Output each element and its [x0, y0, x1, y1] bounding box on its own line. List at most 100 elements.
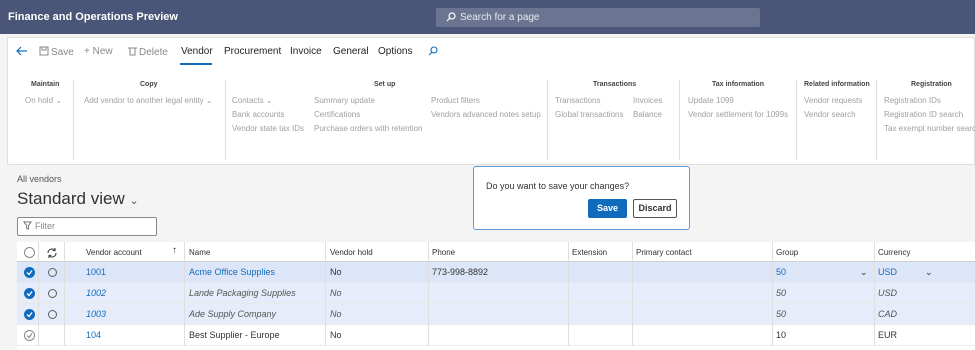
group-copy: Copy [140, 81, 158, 88]
action-pane: Save + New Delete Vendor Procurement Inv… [7, 37, 975, 165]
save-button[interactable]: Save [39, 46, 74, 58]
tab-procurement[interactable]: Procurement [224, 46, 281, 57]
vendor-hold-cell[interactable]: No [330, 330, 342, 340]
currency-cell[interactable]: EUR [878, 330, 897, 340]
back-button[interactable] [16, 46, 28, 59]
new-button[interactable]: + New [84, 46, 113, 57]
app-title: Finance and Operations Preview [8, 11, 178, 23]
certifications-button[interactable]: Certifications [314, 110, 360, 119]
vendor-name-cell[interactable]: Best Supplier - Europe [189, 330, 280, 340]
table-row[interactable]: 1003 Ade Supply Company No 50 CAD [17, 304, 975, 325]
row-checkbox[interactable] [24, 309, 35, 320]
group-transactions: Transactions [593, 81, 637, 88]
vendor-name-link[interactable]: Acme Office Supplies [189, 267, 275, 277]
vendor-account-link[interactable]: 1003 [86, 309, 106, 319]
invoices-button[interactable]: Invoices [633, 96, 662, 105]
vendor-account-link[interactable]: 1001 [86, 267, 106, 277]
table-row[interactable]: 1002 Lande Packaging Supplies No 50 USD [17, 283, 975, 304]
col-vendor-account[interactable]: Vendor account [86, 248, 142, 257]
chevron-down-icon[interactable]: ⌄ [925, 267, 933, 278]
col-name[interactable]: Name [189, 248, 210, 257]
dialog-discard-button[interactable]: Discard [633, 199, 677, 218]
product-filters-button[interactable]: Product filters [431, 96, 480, 105]
col-extension[interactable]: Extension [572, 248, 607, 257]
update-1099-button[interactable]: Update 1099 [688, 96, 734, 105]
registration-ids-button[interactable]: Registration IDs [884, 96, 941, 105]
grid-header: Vendor account ↑ Name Vendor hold Phone … [17, 242, 975, 262]
trash-icon [128, 47, 137, 56]
vendors-advanced-notes-button[interactable]: Vendors advanced notes setup [431, 110, 541, 119]
ribbon-search-button[interactable] [428, 46, 438, 59]
column-divider [772, 283, 773, 304]
vendor-requests-button[interactable]: Vendor requests [804, 96, 862, 105]
transactions-button[interactable]: Transactions [555, 96, 601, 105]
table-row[interactable]: 1001 Acme Office Supplies No 773-998-889… [17, 262, 975, 283]
filter-icon [23, 221, 32, 230]
balance-button[interactable]: Balance [633, 110, 662, 119]
tab-general[interactable]: General [333, 46, 369, 57]
add-vendor-menu[interactable]: Add vendor to another legal entity ⌄ [84, 96, 213, 105]
phone-cell[interactable]: 773-998-8892 [432, 267, 488, 277]
view-selector[interactable]: Standard view ⌄ [17, 189, 139, 209]
table-row[interactable]: 104 Best Supplier - Europe No 10 EUR [17, 325, 975, 346]
column-divider [874, 242, 875, 262]
search-icon [428, 46, 438, 56]
save-icon [39, 46, 49, 56]
tab-invoice[interactable]: Invoice [290, 46, 322, 57]
col-primary-contact[interactable]: Primary contact [636, 248, 692, 257]
delete-button[interactable]: Delete [128, 46, 168, 58]
vendor-state-tax-ids-button[interactable]: Vendor state tax IDs [232, 124, 304, 133]
row-checkbox[interactable] [24, 288, 35, 299]
row-checkbox[interactable] [24, 330, 35, 341]
contacts-menu[interactable]: Contacts ⌄ [232, 96, 273, 105]
currency-cell[interactable]: USD [878, 288, 897, 298]
global-search[interactable]: Search for a page [436, 8, 760, 27]
on-hold-menu[interactable]: On hold ⌄ [25, 96, 62, 105]
column-divider [428, 325, 429, 346]
back-arrow-icon [16, 46, 27, 56]
currency-cell[interactable]: CAD [878, 309, 897, 319]
sort-ascending-icon: ↑ [172, 245, 177, 256]
bank-accounts-button[interactable]: Bank accounts [232, 110, 284, 119]
global-transactions-button[interactable]: Global transactions [555, 110, 623, 119]
select-all-checkbox[interactable] [24, 247, 35, 258]
vendor-account-link[interactable]: 104 [86, 330, 101, 340]
active-tab-indicator [180, 63, 212, 65]
currency-cell[interactable]: USD [878, 267, 897, 277]
purchase-orders-retention-button[interactable]: Purchase orders with retention [314, 124, 423, 133]
vendor-account-link[interactable]: 1002 [86, 288, 106, 298]
vendor-name-cell[interactable]: Ade Supply Company [189, 309, 276, 319]
dialog-save-button[interactable]: Save [588, 199, 627, 218]
group-cell[interactable]: 50 [776, 267, 786, 277]
vendor-name-cell[interactable]: Lande Packaging Supplies [189, 288, 296, 298]
tab-vendor[interactable]: Vendor [181, 46, 213, 57]
column-divider [184, 325, 185, 346]
vendor-search-button[interactable]: Vendor search [804, 110, 856, 119]
vendor-hold-cell[interactable]: No [330, 267, 342, 277]
filter-input[interactable]: Filter [17, 217, 157, 236]
row-checkbox[interactable] [24, 267, 35, 278]
column-divider [64, 325, 65, 346]
col-currency[interactable]: Currency [878, 248, 910, 257]
breadcrumb[interactable]: All vendors [17, 174, 62, 184]
col-phone[interactable]: Phone [432, 248, 455, 257]
col-group[interactable]: Group [776, 248, 798, 257]
column-divider [428, 262, 429, 283]
col-vendor-hold[interactable]: Vendor hold [330, 248, 373, 257]
column-divider [874, 262, 875, 283]
group-cell[interactable]: 50 [776, 288, 786, 298]
group-cell[interactable]: 10 [776, 330, 786, 340]
tax-exempt-number-search-button[interactable]: Tax exempt number search [884, 124, 975, 133]
group-cell[interactable]: 50 [776, 309, 786, 319]
chevron-down-icon[interactable]: ⌄ [860, 267, 868, 278]
vendor-settlement-1099s-button[interactable]: Vendor settlement for 1099s [688, 110, 788, 119]
vendor-hold-cell[interactable]: No [330, 309, 342, 319]
column-divider [632, 242, 633, 262]
column-divider [568, 283, 569, 304]
column-divider [874, 325, 875, 346]
vendor-hold-cell[interactable]: No [330, 288, 342, 298]
registration-id-search-button[interactable]: Registration ID search [884, 110, 963, 119]
summary-update-button[interactable]: Summary update [314, 96, 375, 105]
tab-options[interactable]: Options [378, 46, 412, 57]
column-divider [38, 304, 39, 325]
